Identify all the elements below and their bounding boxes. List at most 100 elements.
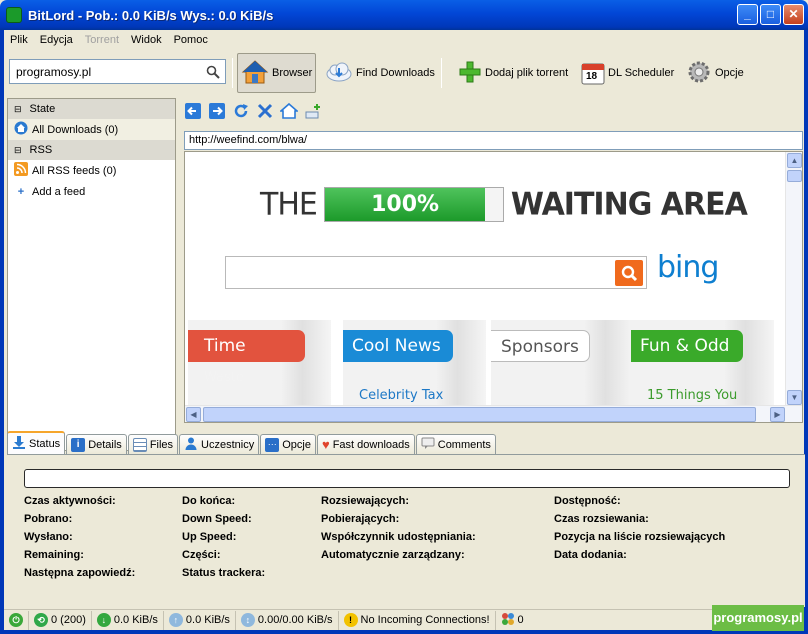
browser-button-label: Browser: [272, 67, 313, 79]
close-button[interactable]: ✕: [783, 4, 804, 25]
find-downloads-button[interactable]: Find Downloads: [322, 53, 438, 93]
tab-comments-label: Comments: [437, 438, 491, 451]
search-input[interactable]: [10, 64, 200, 79]
tab-comments[interactable]: Comments: [415, 434, 496, 454]
tile-subtitle[interactable]: 15 Things You: [647, 388, 737, 403]
state-header[interactable]: ⊟ State: [8, 99, 175, 119]
home-icon: [241, 58, 269, 89]
tile-tab-label[interactable]: Time: [188, 330, 305, 362]
stop-icon[interactable]: [256, 102, 274, 123]
sidebar: ⊟ State All Downloads (0) ⊟ RSS All RSS …: [7, 98, 176, 451]
scroll-left-icon[interactable]: ◀: [186, 407, 201, 422]
status-toggle[interactable]: ⏻: [4, 610, 29, 630]
rss-header[interactable]: ⊟ RSS: [8, 140, 175, 160]
tab-fast-downloads[interactable]: ♥ Fast downloads: [316, 434, 415, 454]
tile-tab-label[interactable]: Cool News: [343, 330, 453, 362]
bitlord-app-icon: [6, 7, 22, 23]
promo-tile[interactable]: Time Waste: [188, 320, 331, 406]
upload-speed-cell[interactable]: ↑ 0.0 KiB/s: [164, 610, 236, 630]
incoming-warning-cell[interactable]: ! No Incoming Connections!: [339, 610, 496, 630]
dht-icon: ↕: [240, 613, 255, 627]
watermark-logo: programosy.pl: [712, 605, 804, 631]
collapse-icon[interactable]: ⊟: [14, 145, 22, 156]
torrent-progress-bar: [24, 469, 790, 488]
download-speed-cell[interactable]: ↓ 0.0 KiB/s: [92, 610, 164, 630]
scroll-thumb[interactable]: [203, 407, 756, 422]
menu-widok[interactable]: Widok: [125, 34, 168, 46]
back-icon[interactable]: [184, 102, 202, 123]
horizontal-scrollbar[interactable]: ◀ ▶: [185, 405, 802, 422]
plus-icon: +: [17, 185, 25, 198]
vertical-scrollbar[interactable]: ▲ ▼: [785, 152, 802, 406]
tab-options[interactable]: ··· Opcje: [260, 434, 316, 454]
menu-pomoc[interactable]: Pomoc: [168, 34, 214, 46]
promo-tile[interactable]: Cool News Celebrity Tax: [343, 320, 486, 406]
browser-button[interactable]: Browser: [237, 53, 317, 93]
scroll-right-icon[interactable]: ▶: [770, 407, 785, 422]
menu-bar: Plik Edycja Torrent Widok Pomoc: [4, 30, 804, 50]
promo-tile[interactable]: Sponsors: [491, 320, 634, 406]
tab-status-label: Status: [29, 437, 61, 450]
scroll-up-icon[interactable]: ▲: [787, 153, 802, 168]
sidebar-item-all-rss[interactable]: All RSS feeds (0): [8, 160, 175, 181]
bing-logo: bing: [657, 250, 719, 285]
menu-torrent[interactable]: Torrent: [79, 34, 125, 46]
minimize-button[interactable]: _: [737, 4, 758, 25]
dl-scheduler-label: DL Scheduler: [608, 67, 675, 79]
tab-status[interactable]: Status: [7, 431, 66, 454]
options-label: Opcje: [715, 67, 744, 79]
dl-scheduler-button[interactable]: 18 DL Scheduler: [578, 53, 677, 93]
scroll-thumb[interactable]: [787, 170, 802, 182]
home-icon[interactable]: [278, 102, 300, 123]
menu-edycja[interactable]: Edycja: [34, 34, 79, 46]
options-button[interactable]: Opcje: [683, 53, 747, 93]
address-bar[interactable]: http://weefind.com/blwa/: [184, 131, 803, 150]
forward-icon[interactable]: [208, 102, 226, 123]
web-search-input[interactable]: [225, 256, 647, 289]
scroll-down-icon[interactable]: ▼: [787, 390, 802, 405]
tile-subtitle[interactable]: Celebrity Tax: [359, 388, 443, 403]
download-speed-icon: ↓: [96, 613, 111, 627]
tab-peers[interactable]: Uczestnicy: [179, 434, 260, 454]
connections-value: 0 (200): [51, 614, 86, 626]
tab-options-label: Opcje: [282, 438, 311, 451]
tab-details[interactable]: i Details: [66, 434, 127, 454]
status-field-label: Status trackera:: [182, 567, 266, 579]
all-rss-label: All RSS feeds (0): [32, 164, 117, 177]
options-dots-icon: ···: [265, 437, 280, 452]
detail-tabs: Status i Details Files Uczestnicy ··· Op…: [7, 431, 805, 454]
search-icon[interactable]: [615, 260, 643, 286]
add-torrent-button[interactable]: Dodaj plik torrent: [455, 53, 571, 93]
promo-tile[interactable]: Fun & Odd 15 Things You: [631, 320, 774, 406]
waiting-progress-bar: 100%: [324, 187, 504, 222]
maximize-button[interactable]: □: [760, 4, 781, 25]
tab-files[interactable]: Files: [127, 434, 179, 454]
collapse-icon[interactable]: ⊟: [14, 104, 22, 115]
status-field-label: Rozsiewających:: [321, 495, 410, 507]
refresh-icon[interactable]: [232, 102, 250, 123]
download-arrow-icon: [12, 435, 26, 452]
peers-cell[interactable]: 0: [496, 611, 529, 630]
title-bar[interactable]: BitLord - Pob.: 0.0 KiB/s Wys.: 0.0 KiB/…: [0, 0, 808, 30]
search-box: [9, 59, 226, 84]
rss-icon: [14, 162, 28, 179]
calendar-icon: 18: [581, 61, 605, 85]
calendar-day: 18: [586, 71, 598, 82]
connections-cell[interactable]: ⟲ 0 (200): [29, 610, 92, 630]
sidebar-item-all-downloads[interactable]: All Downloads (0): [8, 119, 175, 140]
search-icon[interactable]: [203, 62, 223, 81]
files-grid-icon: [132, 437, 147, 452]
find-downloads-label: Find Downloads: [356, 67, 435, 79]
menu-plik[interactable]: Plik: [4, 34, 34, 46]
status-field-label: Pobierających:: [321, 513, 400, 525]
sidebar-item-add-feed[interactable]: + Add a feed: [8, 181, 175, 202]
tile-subtitle[interactable]: Waste: [204, 370, 244, 385]
tile-tab-label[interactable]: Sponsors: [491, 330, 590, 362]
dht-cell[interactable]: ↕ 0.00/0.00 KiB/s: [236, 610, 339, 630]
tab-fast-downloads-label: Fast downloads: [332, 438, 410, 451]
comment-icon: [421, 436, 435, 453]
dht-value: 0.00/0.00 KiB/s: [257, 614, 333, 626]
bookmark-add-icon[interactable]: [304, 102, 322, 123]
status-field-label: Części:: [182, 549, 221, 561]
tile-tab-label[interactable]: Fun & Odd: [631, 330, 743, 362]
